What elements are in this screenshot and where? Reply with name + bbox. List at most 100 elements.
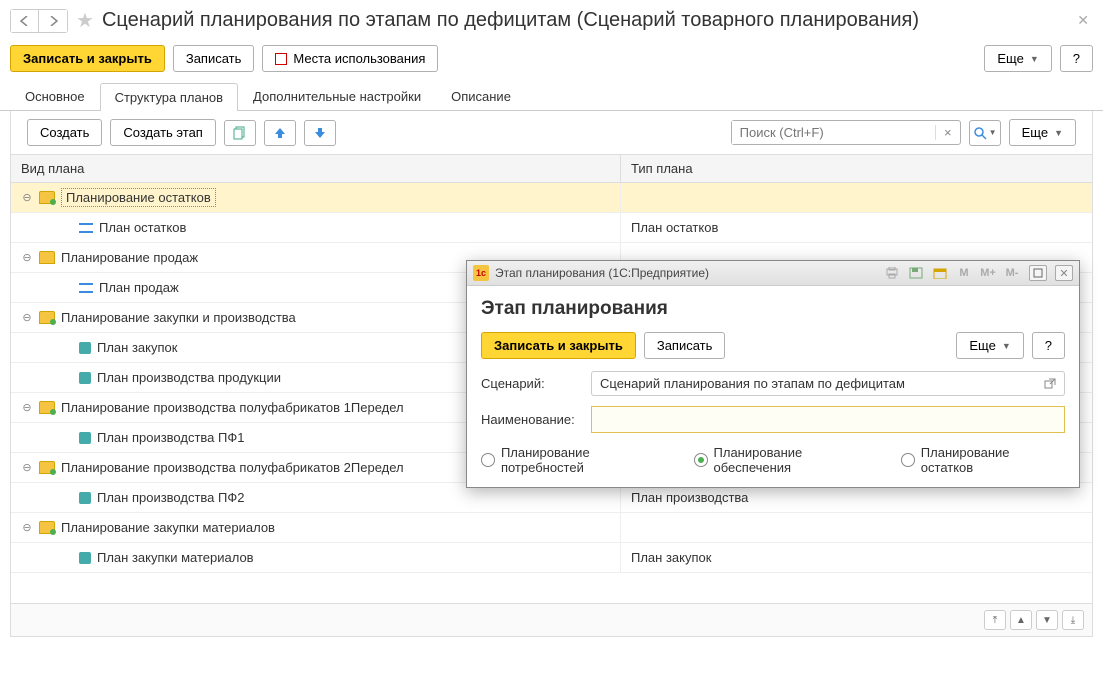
dialog-toolbar: Записать и закрыть Записать Еще ▼ ?	[481, 332, 1065, 359]
chevron-down-icon: ▼	[989, 128, 997, 137]
dialog-print-icon[interactable]	[883, 265, 901, 281]
nav-forward-button[interactable]	[39, 10, 67, 32]
plan-item-icon	[79, 283, 93, 293]
dialog-mplus-button[interactable]: M+	[979, 265, 997, 281]
more-button[interactable]: Еще ▼	[984, 45, 1051, 72]
scroll-bottom-button[interactable]: ⤓	[1062, 610, 1084, 630]
dialog-more-label: Еще	[969, 338, 995, 353]
create-button[interactable]: Создать	[27, 119, 102, 146]
row-type-cell: План производства	[621, 490, 1092, 505]
dialog-save-button[interactable]: Записать	[644, 332, 726, 359]
row-name-text: Планирование остатков	[61, 188, 216, 207]
open-link-icon[interactable]	[1036, 378, 1056, 390]
name-input[interactable]	[591, 406, 1065, 433]
stage-dialog: 1c Этап планирования (1С:Предприятие) M …	[466, 260, 1080, 488]
scroll-down-button[interactable]: ▼	[1036, 610, 1058, 630]
row-name-cell: План остатков	[11, 213, 621, 242]
tab-plan-structure[interactable]: Структура планов	[100, 83, 238, 111]
search-execute-button[interactable]: ▼	[969, 120, 1001, 146]
tree-header: Вид плана Тип плана	[11, 155, 1092, 183]
radio-icon	[481, 453, 495, 467]
search-field: ×	[731, 120, 961, 145]
radio-provision-label: Планирование обеспечения	[714, 445, 883, 475]
search-input[interactable]	[732, 121, 935, 144]
dialog-help-button[interactable]: ?	[1032, 332, 1065, 359]
tree-more-label: Еще	[1022, 125, 1048, 140]
expand-toggle-icon[interactable]: ⊖	[21, 251, 33, 264]
help-button[interactable]: ?	[1060, 45, 1093, 72]
plan-item-icon	[79, 372, 91, 384]
plan-item-icon	[79, 552, 91, 564]
radio-provision[interactable]: Планирование обеспечения	[694, 445, 883, 475]
tree-toolbar: Создать Создать этап × ▼ Еще ▼	[10, 111, 1093, 155]
folder-icon	[39, 401, 55, 414]
row-name-text: Планирование закупки и производства	[61, 310, 296, 325]
dialog-m-button[interactable]: M	[955, 265, 973, 281]
scenario-field[interactable]: Сценарий планирования по этапам по дефиц…	[591, 371, 1065, 396]
row-name-text: Планирование продаж	[61, 250, 198, 265]
row-name-cell: ⊖ Планирование остатков	[11, 183, 621, 212]
move-down-button[interactable]	[304, 120, 336, 146]
copy-button[interactable]	[224, 120, 256, 146]
column-header-name[interactable]: Вид плана	[11, 155, 621, 182]
close-icon[interactable]: ✕	[1073, 8, 1093, 33]
expand-toggle-icon[interactable]: ⊖	[21, 401, 33, 414]
radio-needs-label: Планирование потребностей	[501, 445, 676, 475]
dialog-calendar-icon[interactable]	[931, 265, 949, 281]
expand-toggle-icon[interactable]: ⊖	[21, 521, 33, 534]
plan-item-icon	[79, 342, 91, 354]
dialog-close-button[interactable]: ✕	[1055, 265, 1073, 281]
page-header: ★ Сценарий планирования по этапам по деф…	[0, 0, 1103, 41]
tab-main[interactable]: Основное	[10, 82, 100, 110]
expand-toggle-icon[interactable]: ⊖	[21, 191, 33, 204]
tree-group-row[interactable]: ⊖ Планирование остатков	[11, 183, 1092, 213]
dialog-save-icon[interactable]	[907, 265, 925, 281]
tree-item-row[interactable]: План закупки материаловПлан закупок	[11, 543, 1092, 573]
save-and-close-button[interactable]: Записать и закрыть	[10, 45, 165, 72]
row-name-text: План производства продукции	[97, 370, 281, 385]
tab-additional-settings[interactable]: Дополнительные настройки	[238, 82, 436, 110]
save-button[interactable]: Записать	[173, 45, 255, 72]
column-header-type[interactable]: Тип плана	[621, 155, 1092, 182]
row-name-text: План остатков	[99, 220, 186, 235]
radio-needs[interactable]: Планирование потребностей	[481, 445, 676, 475]
usage-places-button[interactable]: Места использования	[262, 45, 438, 72]
chevron-down-icon: ▼	[1002, 341, 1011, 351]
row-name-text: План закупок	[97, 340, 177, 355]
usage-places-icon	[275, 53, 287, 65]
expand-toggle-icon[interactable]: ⊖	[21, 311, 33, 324]
dialog-titlebar[interactable]: 1c Этап планирования (1С:Предприятие) M …	[467, 261, 1079, 286]
radio-remains-label: Планирование остатков	[921, 445, 1065, 475]
expand-toggle-icon[interactable]: ⊖	[21, 461, 33, 474]
chevron-down-icon: ▼	[1030, 54, 1039, 64]
create-stage-button[interactable]: Создать этап	[110, 119, 215, 146]
nav-back-button[interactable]	[11, 10, 39, 32]
dialog-mminus-button[interactable]: M-	[1003, 265, 1021, 281]
name-row: Наименование:	[481, 406, 1065, 433]
dialog-heading: Этап планирования	[481, 298, 1065, 320]
tree-item-row[interactable]: План остатковПлан остатков	[11, 213, 1092, 243]
app-1c-icon: 1c	[473, 265, 489, 281]
dialog-minimize-button[interactable]	[1029, 265, 1047, 281]
chevron-down-icon: ▼	[1054, 128, 1063, 138]
search-clear-icon[interactable]: ×	[935, 125, 960, 140]
scroll-up-button[interactable]: ▲	[1010, 610, 1032, 630]
move-up-button[interactable]	[264, 120, 296, 146]
tree-more-button[interactable]: Еще ▼	[1009, 119, 1076, 146]
tab-description[interactable]: Описание	[436, 82, 526, 110]
favorite-star-icon[interactable]: ★	[76, 8, 94, 33]
tree-footer: ⤒ ▲ ▼ ⤓	[11, 603, 1092, 636]
scroll-top-button[interactable]: ⤒	[984, 610, 1006, 630]
dialog-window-title: Этап планирования (1С:Предприятие)	[495, 266, 709, 280]
row-name-text: Планирование производства полуфабрикатов…	[61, 400, 404, 415]
row-name-text: Планирование закупки материалов	[61, 520, 275, 535]
row-name-text: План производства ПФ2	[97, 490, 244, 505]
dialog-save-and-close-button[interactable]: Записать и закрыть	[481, 332, 636, 359]
planning-type-radio-group: Планирование потребностей Планирование о…	[481, 445, 1065, 475]
name-label: Наименование:	[481, 412, 581, 427]
tree-group-row[interactable]: ⊖ Планирование закупки материалов	[11, 513, 1092, 543]
dialog-body: Этап планирования Записать и закрыть Зап…	[467, 286, 1079, 487]
radio-remains[interactable]: Планирование остатков	[901, 445, 1065, 475]
dialog-more-button[interactable]: Еще ▼	[956, 332, 1023, 359]
plan-item-icon	[79, 492, 91, 504]
